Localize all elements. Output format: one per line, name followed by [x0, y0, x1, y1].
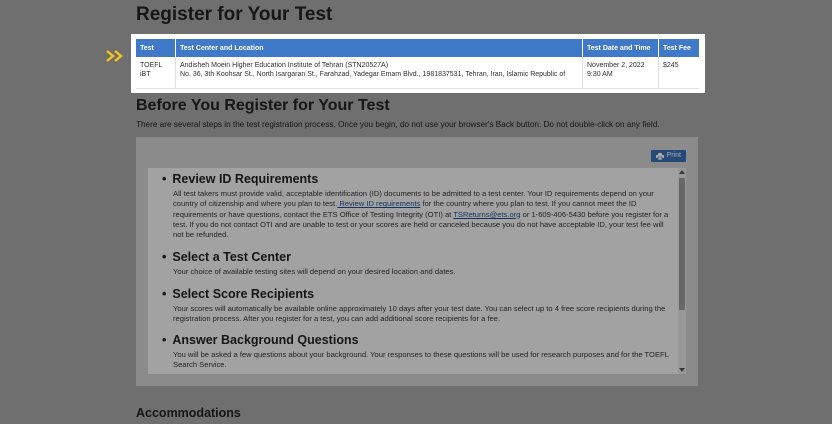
center-address: No. 36, 3th Koohsar St., North Isargaran…	[180, 71, 566, 78]
review-id-requirements-link[interactable]: Review ID requirements	[337, 199, 420, 208]
col-header-center: Test Center and Location	[175, 39, 583, 57]
registration-intro-text: There are several steps in the test regi…	[136, 120, 660, 129]
table-row: TOEFL iBT Andisheh Moein Higher Educatio…	[136, 57, 699, 89]
col-header-fee: Test Fee	[658, 39, 699, 57]
ets-email-link[interactable]: TSReturns@ets.org	[453, 210, 520, 219]
cell-test: TOEFL iBT	[136, 57, 176, 89]
print-button[interactable]: Print	[650, 150, 686, 162]
step-title: Select a Test Center	[162, 250, 672, 264]
accommodations-heading: Accommodations	[136, 406, 241, 420]
scroll-up-arrow-icon[interactable]	[679, 170, 685, 174]
step-select-score-recipients: Select Score Recipients Your scores will…	[162, 287, 672, 325]
col-header-test: Test	[136, 39, 176, 57]
center-name: Andisheh Moein Higher Education Institut…	[180, 62, 389, 69]
before-register-heading: Before You Register for Your Test	[136, 97, 390, 114]
cell-fee: $245	[658, 57, 699, 89]
steps-scroll-area[interactable]: Review ID Requirements All test takers m…	[148, 168, 686, 374]
steps-scrollbar[interactable]	[678, 168, 686, 374]
step-title: Review ID Requirements	[162, 172, 672, 186]
scroll-thumb[interactable]	[679, 178, 685, 310]
cell-date: November 2, 2022 9:30 AM	[582, 57, 659, 89]
step-title: Select Score Recipients	[162, 287, 672, 301]
step-text: Your scores will automatically be availa…	[173, 304, 666, 324]
step-text: You will be asked a few questions about …	[173, 350, 669, 370]
double-chevron-right-icon	[106, 50, 123, 62]
step-text: All test takers must provide valid, acce…	[173, 189, 672, 240]
cell-center: Andisheh Moein Higher Education Institut…	[175, 57, 583, 89]
step-text: Your choice of available testing sites w…	[173, 267, 456, 276]
table-header-row: Test Test Center and Location Test Date …	[136, 39, 699, 57]
print-label: Print	[666, 152, 681, 159]
step-review-id: Review ID Requirements All test takers m…	[162, 172, 672, 240]
test-time: 9:30 AM	[587, 71, 613, 78]
step-select-test-center: Select a Test Center Your choice of avai…	[162, 250, 672, 277]
registration-steps-panel: Print Review ID Requirements All test ta…	[136, 137, 698, 386]
scroll-down-arrow-icon[interactable]	[679, 368, 685, 372]
selected-test-table: Test Test Center and Location Test Date …	[136, 39, 699, 89]
printer-icon	[655, 152, 664, 160]
test-date: November 2, 2022	[587, 62, 645, 69]
step-title: Answer Background Questions	[162, 333, 672, 347]
step-background-questions: Answer Background Questions You will be …	[162, 333, 672, 371]
col-header-date: Test Date and Time	[582, 39, 659, 57]
selected-test-highlight: Test Test Center and Location Test Date …	[131, 34, 705, 93]
page-title: Register for Your Test	[136, 4, 333, 25]
